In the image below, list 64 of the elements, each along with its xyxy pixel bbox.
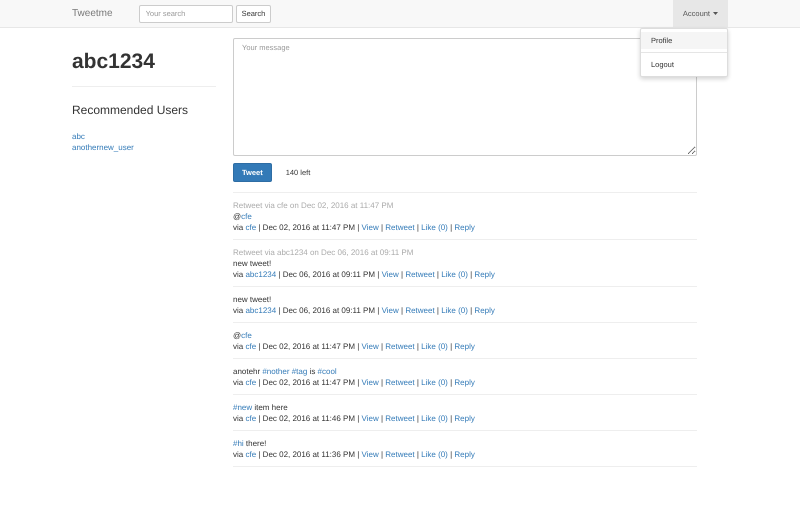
- author-link[interactable]: cfe: [245, 450, 256, 459]
- action-link[interactable]: Reply: [454, 342, 475, 351]
- user-link[interactable]: anothernew_user: [72, 142, 216, 153]
- author-link[interactable]: cfe: [245, 378, 256, 387]
- action-link[interactable]: Like (0): [421, 450, 448, 459]
- action-link[interactable]: Retweet: [385, 450, 415, 459]
- action-link[interactable]: Retweet: [405, 306, 435, 315]
- action-link[interactable]: Retweet: [385, 223, 415, 232]
- username-heading: abc1234: [72, 50, 156, 74]
- action-link[interactable]: Like (0): [441, 306, 468, 315]
- action-link[interactable]: Like (0): [441, 270, 468, 279]
- tweet-text: #new item here: [233, 402, 289, 413]
- tweet-meta: via cfe | Dec 02, 2016 at 11:47 PM | View | Retweet | Like (0) | Reply: [233, 222, 476, 233]
- tweet-text: @cfe: [233, 211, 253, 222]
- action-link[interactable]: View: [382, 306, 399, 315]
- tag-link[interactable]: #new: [233, 403, 252, 412]
- action-link[interactable]: View: [362, 450, 379, 459]
- tweet-meta: via cfe | Dec 02, 2016 at 11:47 PM | View | Retweet | Like (0) | Reply: [233, 377, 476, 388]
- tag-link[interactable]: #tag: [292, 367, 308, 376]
- action-link[interactable]: Reply: [454, 223, 475, 232]
- action-link[interactable]: Like (0): [421, 223, 448, 232]
- action-link[interactable]: View: [362, 378, 379, 387]
- caret-icon: [713, 12, 718, 15]
- tag-link[interactable]: #cool: [318, 367, 337, 376]
- tweet-text: #hi there!: [233, 438, 268, 449]
- tag-link[interactable]: #hi: [233, 439, 244, 448]
- action-link[interactable]: View: [362, 342, 379, 351]
- action-link[interactable]: View: [362, 414, 379, 423]
- author-link[interactable]: cfe: [245, 414, 256, 423]
- action-link[interactable]: View: [362, 223, 379, 232]
- author-link[interactable]: abc1234: [245, 270, 276, 279]
- retweet-note: Retweet via abc1234 on Dec 06, 2016 at 09:11 PM: [233, 247, 414, 258]
- action-link[interactable]: Reply: [474, 306, 495, 315]
- tweet-meta: via cfe | Dec 02, 2016 at 11:47 PM | View | Retweet | Like (0) | Reply: [233, 341, 476, 352]
- tweet-meta: via abc1234 | Dec 06, 2016 at 09:11 PM | View | Retweet | Like (0) | Reply: [233, 305, 496, 316]
- action-link[interactable]: Retweet: [385, 342, 415, 351]
- tag-link[interactable]: #nother: [262, 367, 290, 376]
- action-link[interactable]: Reply: [454, 450, 475, 459]
- tag-link[interactable]: cfe: [241, 331, 252, 340]
- action-link[interactable]: Like (0): [421, 378, 448, 387]
- action-link[interactable]: Retweet: [405, 270, 435, 279]
- tweet-text: new tweet!: [233, 294, 272, 305]
- action-link[interactable]: Reply: [454, 414, 475, 423]
- action-link[interactable]: Retweet: [385, 414, 415, 423]
- section-title: Recommended Users: [72, 103, 190, 117]
- tweet-text: anotehr #nother #tag is #cool: [233, 366, 338, 377]
- action-link[interactable]: Reply: [454, 378, 475, 387]
- tweet-text: new tweet!: [233, 258, 272, 269]
- tweet-text: @cfe: [233, 330, 253, 341]
- action-link[interactable]: View: [382, 270, 399, 279]
- user-link[interactable]: abc: [72, 131, 216, 142]
- author-link[interactable]: cfe: [245, 223, 256, 232]
- tweet-meta: via cfe | Dec 02, 2016 at 11:46 PM | View | Retweet | Like (0) | Reply: [233, 413, 476, 424]
- tweet-meta: via abc1234 | Dec 06, 2016 at 09:11 PM | View | Retweet | Like (0) | Reply: [233, 269, 496, 280]
- action-link[interactable]: Like (0): [421, 414, 448, 423]
- tag-link[interactable]: cfe: [241, 212, 252, 221]
- brand-link[interactable]: Tweetme: [72, 8, 113, 19]
- action-link[interactable]: Like (0): [421, 342, 448, 351]
- tweet-meta: via cfe | Dec 02, 2016 at 11:36 PM | View | Retweet | Like (0) | Reply: [233, 449, 476, 460]
- retweet-note: Retweet via cfe on Dec 02, 2016 at 11:47 PM: [233, 200, 394, 211]
- author-link[interactable]: cfe: [245, 342, 256, 351]
- author-link[interactable]: abc1234: [245, 306, 276, 315]
- action-link[interactable]: Reply: [474, 270, 495, 279]
- action-link[interactable]: Retweet: [385, 378, 415, 387]
